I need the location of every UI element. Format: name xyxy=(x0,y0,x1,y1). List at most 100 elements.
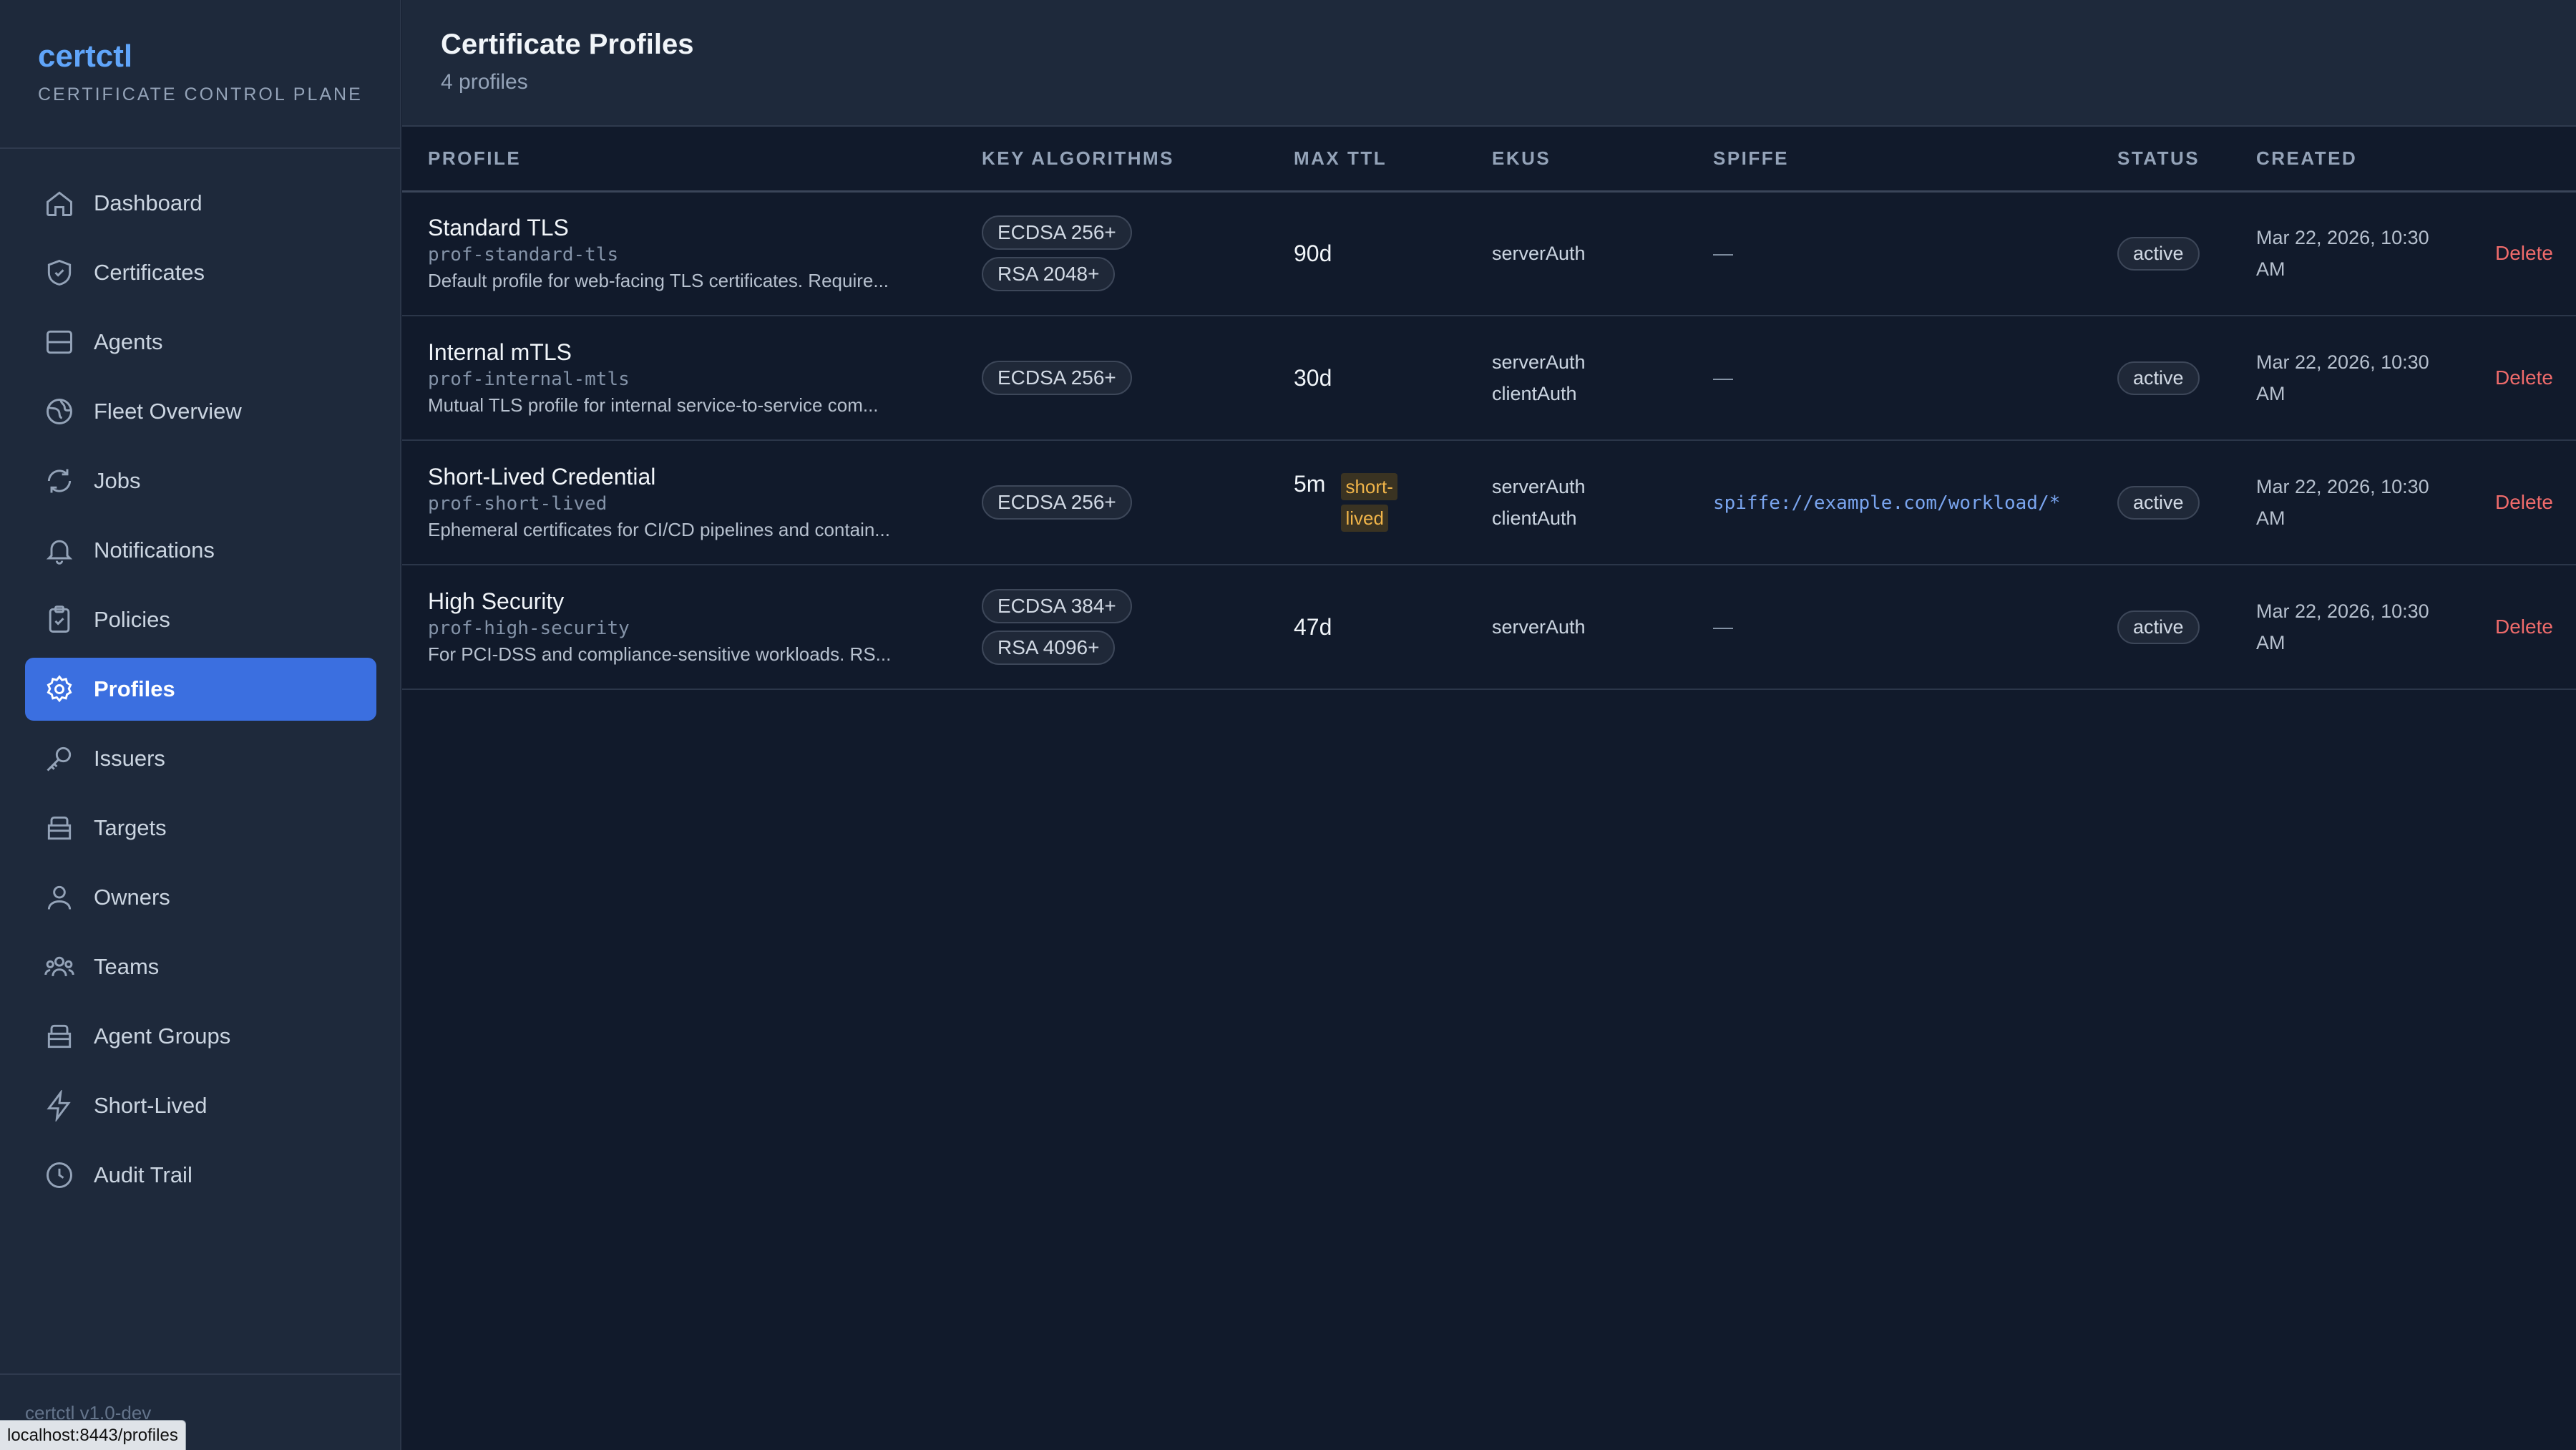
key-algorithms-cell: ECDSA 256+ xyxy=(956,440,1268,565)
max-ttl-value: 90d xyxy=(1294,240,1332,266)
eku-value: serverAuth xyxy=(1492,476,1586,497)
status-cell: active xyxy=(2092,191,2230,316)
actions-cell: Delete xyxy=(2469,191,2576,316)
sidebar-item-targets[interactable]: Targets xyxy=(25,797,376,860)
ekus-cell: serverAuth clientAuth xyxy=(1466,316,1687,440)
browser-status-url: localhost:8443/profiles xyxy=(0,1420,186,1450)
profile-count: 4 profiles xyxy=(441,70,528,94)
home-icon xyxy=(44,188,75,219)
created-date-line: Mar 22, 2026, 10:30 xyxy=(2256,476,2429,497)
column-header-spiffe[interactable]: SPIFFE xyxy=(1687,127,2092,191)
spiffe-value: spiffe://example.com/workload/* xyxy=(1713,492,2061,514)
sidebar-item-jobs[interactable]: Jobs xyxy=(25,449,376,512)
key-algorithm-badge: RSA 2048+ xyxy=(982,257,1116,292)
profile-cell: Internal mTLS prof-internal-mtls Mutual … xyxy=(402,316,956,440)
sidebar-item-notifications[interactable]: Notifications xyxy=(25,519,376,582)
max-ttl-value: 30d xyxy=(1294,364,1332,391)
created-date-line: Mar 22, 2026, 10:30 xyxy=(2256,600,2429,622)
created-cell: Mar 22, 2026, 10:30 AM xyxy=(2230,316,2469,440)
profile-name[interactable]: Short-Lived Credential xyxy=(428,462,956,491)
profile-name[interactable]: High Security xyxy=(428,587,956,615)
status-cell: active xyxy=(2092,440,2230,565)
column-header-key-algorithms[interactable]: KEY ALGORITHMS xyxy=(956,127,1268,191)
refresh-icon xyxy=(44,465,75,497)
column-header-status[interactable]: STATUS xyxy=(2092,127,2230,191)
key-algorithms-cell: ECDSA 256+ xyxy=(956,316,1268,440)
spiffe-cell: — xyxy=(1687,316,2092,440)
created-cell: Mar 22, 2026, 10:30 AM xyxy=(2230,191,2469,316)
profile-description: Default profile for web-facing TLS certi… xyxy=(428,270,889,292)
created-date-line: Mar 22, 2026, 10:30 xyxy=(2256,227,2429,249)
max-ttl-value: 5m xyxy=(1294,471,1326,497)
sidebar-item-label: Teams xyxy=(94,954,160,979)
table-row[interactable]: Internal mTLS prof-internal-mtls Mutual … xyxy=(402,316,2576,440)
key-algorithm-badge: ECDSA 256+ xyxy=(982,215,1132,250)
max-ttl-value: 47d xyxy=(1294,613,1332,640)
max-ttl-cell: 5m short-lived xyxy=(1268,440,1466,565)
key-algorithms-cell: ECDSA 256+ RSA 2048+ xyxy=(956,191,1268,316)
column-header-created[interactable]: CREATED xyxy=(2230,127,2469,191)
created-time-suffix: AM xyxy=(2256,507,2285,529)
delete-button[interactable]: Delete xyxy=(2495,615,2553,638)
table-row[interactable]: High Security prof-high-security For PCI… xyxy=(402,565,2576,689)
table-row[interactable]: Standard TLS prof-standard-tls Default p… xyxy=(402,191,2576,316)
delete-button[interactable]: Delete xyxy=(2495,366,2553,389)
key-icon xyxy=(44,743,75,774)
spiffe-value: — xyxy=(1713,615,1733,638)
profile-id: prof-internal-mtls xyxy=(428,369,630,390)
app-tagline: CERTIFICATE CONTROL PLANE xyxy=(38,84,363,104)
profile-id: prof-high-security xyxy=(428,618,630,639)
sidebar-item-audit-trail[interactable]: Audit Trail xyxy=(25,1144,376,1207)
user-icon xyxy=(44,882,75,913)
page-title: Certificate Profiles xyxy=(441,29,694,60)
sidebar-item-fleet-overview[interactable]: Fleet Overview xyxy=(25,380,376,443)
sidebar-item-agents[interactable]: Agents xyxy=(25,311,376,374)
sidebar-item-policies[interactable]: Policies xyxy=(25,588,376,651)
created-date: Mar 22, 2026, 10:30 AM xyxy=(2256,471,2464,534)
sidebar-item-issuers[interactable]: Issuers xyxy=(25,727,376,790)
sidebar-item-owners[interactable]: Owners xyxy=(25,866,376,929)
sidebar-item-label: Owners xyxy=(94,885,170,910)
profile-description: Ephemeral certificates for CI/CD pipelin… xyxy=(428,519,890,540)
sidebar-item-label: Issuers xyxy=(94,746,165,771)
short-lived-badge: short-lived xyxy=(1341,471,1405,534)
profiles-table: PROFILE KEY ALGORITHMS MAX TTL EKUS SPIF… xyxy=(402,127,2576,690)
profile-name[interactable]: Standard TLS xyxy=(428,213,956,242)
sidebar-item-label: Agent Groups xyxy=(94,1023,231,1048)
delete-button[interactable]: Delete xyxy=(2495,242,2553,264)
column-header-profile[interactable]: PROFILE xyxy=(402,127,956,191)
max-ttl-group: 5m short-lived xyxy=(1294,471,1466,534)
sidebar-item-label: Notifications xyxy=(94,537,215,563)
created-date-line: Mar 22, 2026, 10:30 xyxy=(2256,351,2429,373)
short-lived-badge-line: short- xyxy=(1341,473,1397,500)
sidebar-nav: Dashboard Certificates Agents Fleet Over… xyxy=(25,172,376,1213)
status-cell: active xyxy=(2092,565,2230,689)
sidebar-item-dashboard[interactable]: Dashboard xyxy=(25,172,376,235)
spiffe-cell: — xyxy=(1687,565,2092,689)
profile-description: For PCI-DSS and compliance-sensitive wor… xyxy=(428,643,892,665)
actions-cell: Delete xyxy=(2469,440,2576,565)
bolt-icon xyxy=(44,1090,75,1121)
created-time-suffix: AM xyxy=(2256,632,2285,653)
profile-cell: Standard TLS prof-standard-tls Default p… xyxy=(402,191,956,316)
actions-cell: Delete xyxy=(2469,316,2576,440)
sidebar-item-label: Short-Lived xyxy=(94,1093,208,1118)
created-cell: Mar 22, 2026, 10:30 AM xyxy=(2230,440,2469,565)
column-header-ekus[interactable]: EKUS xyxy=(1466,127,1687,191)
shield-icon xyxy=(44,257,75,288)
sidebar-item-agent-groups[interactable]: Agent Groups xyxy=(25,1005,376,1068)
delete-button[interactable]: Delete xyxy=(2495,491,2553,513)
sidebar-item-profiles[interactable]: Profiles xyxy=(25,658,376,721)
sidebar-item-label: Agents xyxy=(94,329,163,354)
sidebar-item-teams[interactable]: Teams xyxy=(25,935,376,998)
short-lived-badge-line: lived xyxy=(1341,505,1388,532)
app-logo-text[interactable]: certctl xyxy=(38,37,400,76)
created-date: Mar 22, 2026, 10:30 AM xyxy=(2256,595,2464,658)
profile-name[interactable]: Internal mTLS xyxy=(428,338,956,366)
sidebar-item-certificates[interactable]: Certificates xyxy=(25,241,376,304)
table-row[interactable]: Short-Lived Credential prof-short-lived … xyxy=(402,440,2576,565)
sidebar-item-short-lived[interactable]: Short-Lived xyxy=(25,1074,376,1137)
key-algorithm-badge: RSA 4096+ xyxy=(982,631,1116,665)
column-header-max-ttl[interactable]: MAX TTL xyxy=(1268,127,1466,191)
spiffe-cell: — xyxy=(1687,191,2092,316)
